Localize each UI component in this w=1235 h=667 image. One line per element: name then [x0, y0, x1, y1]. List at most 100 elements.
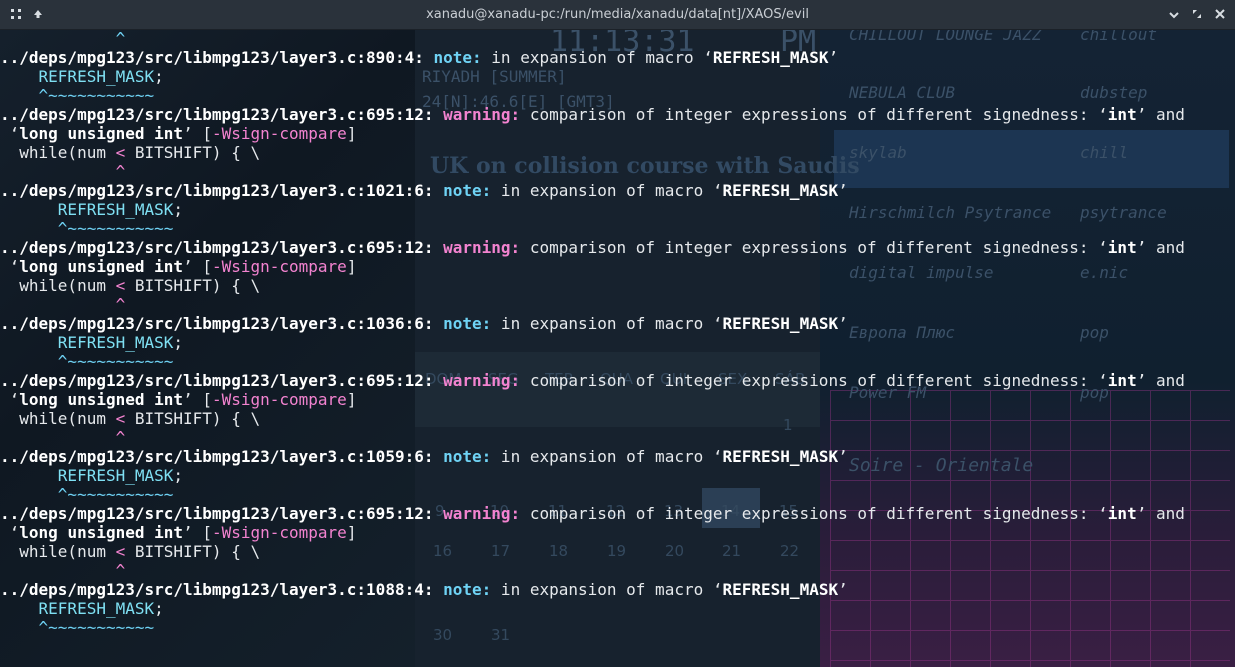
terminal-line: ../deps/mpg123/src/libmpg123/layer3.c:10…: [0, 447, 848, 466]
terminal-line: ^: [0, 295, 1235, 314]
source-location: ../deps/mpg123/src/libmpg123/layer3.c:10…: [0, 447, 434, 466]
message-text: comparison of integer expressions of dif…: [520, 504, 1099, 523]
terminal-output[interactable]: ^ ../deps/mpg123/src/libmpg123/layer3.c:…: [0, 29, 1235, 667]
window-title: xanadu@xanadu-pc:/run/media/xanadu/data[…: [426, 7, 809, 22]
caret-marker: ^: [115, 162, 126, 181]
terminal-line: ../deps/mpg123/src/libmpg123/layer3.c:69…: [0, 371, 1185, 390]
terminal-line: ^~~~~~~~~~~~: [0, 618, 1235, 637]
terminal-line: ^: [0, 428, 1235, 447]
macro-call: REFRESH_MASK: [57, 200, 174, 219]
source-location: ../deps/mpg123/src/libmpg123/layer3.c:69…: [0, 371, 434, 390]
caret-marker: ^: [115, 561, 126, 580]
terminal-line: while(num < BITSHIFT) { \: [19, 143, 261, 162]
warning-label: warning:: [443, 371, 521, 390]
code-snippet: while(num: [19, 542, 116, 561]
source-location: ../deps/mpg123/src/libmpg123/layer3.c:69…: [0, 504, 434, 523]
terminal-line: ‘long unsigned int’ [-Wsign-compare]: [9, 390, 357, 409]
type-name: int: [1107, 105, 1137, 124]
type-name: long unsigned int: [19, 523, 184, 542]
message-text: in expansion of macro: [491, 314, 713, 333]
message-text: comparison of integer expressions of dif…: [520, 238, 1099, 257]
code-snippet: while(num: [19, 409, 116, 428]
warning-label: warning:: [443, 238, 521, 257]
type-name: int: [1107, 238, 1137, 257]
terminal-line: ^: [0, 162, 1235, 181]
source-location: ../deps/mpg123/src/libmpg123/layer3.c:69…: [0, 238, 434, 257]
terminal-line: ‘long unsigned int’ [-Wsign-compare]: [9, 523, 357, 542]
macro-name: REFRESH_MASK: [722, 314, 839, 333]
macro-call: REFRESH_MASK: [38, 67, 155, 86]
terminal-line: ‘long unsigned int’ [-Wsign-compare]: [9, 257, 357, 276]
terminal-line: REFRESH_MASK;: [38, 67, 164, 86]
macro-name: REFRESH_MASK: [722, 447, 839, 466]
terminal-line: ../deps/mpg123/src/libmpg123/layer3.c:69…: [0, 238, 1185, 257]
code-snippet: while(num: [19, 143, 116, 162]
terminal-line: ../deps/mpg123/src/libmpg123/layer3.c:10…: [0, 314, 848, 333]
terminal-line: ../deps/mpg123/src/libmpg123/layer3.c:69…: [0, 105, 1185, 124]
terminal-line: ^~~~~~~~~~~~: [0, 219, 1235, 238]
terminal-line: REFRESH_MASK;: [57, 466, 184, 485]
maximize-icon[interactable]: [1190, 8, 1204, 22]
macro-name: REFRESH_MASK: [712, 48, 829, 67]
note-label: note:: [443, 181, 492, 200]
caret-marker: ^: [115, 29, 126, 48]
title-bar: xanadu@xanadu-pc:/run/media/xanadu/data[…: [0, 0, 1235, 30]
warning-flag: -Wsign-compare: [211, 124, 347, 143]
terminal-line: ‘long unsigned int’ [-Wsign-compare]: [9, 124, 357, 143]
source-location: ../deps/mpg123/src/libmpg123/layer3.c:10…: [0, 314, 434, 333]
underline-marker: ^~~~~~~~~~~~: [57, 485, 174, 504]
macro-name: REFRESH_MASK: [722, 181, 839, 200]
type-name: int: [1107, 504, 1137, 523]
warning-label: warning:: [443, 105, 521, 124]
type-name: long unsigned int: [19, 257, 184, 276]
terminal-line: ^~~~~~~~~~~~: [0, 485, 1235, 504]
code-snippet: while(num: [19, 276, 116, 295]
terminal-line: ../deps/mpg123/src/libmpg123/layer3.c:69…: [0, 504, 1185, 523]
message-text: in expansion of macro: [481, 48, 704, 67]
terminal-line: REFRESH_MASK;: [57, 200, 184, 219]
warning-flag: -Wsign-compare: [211, 390, 347, 409]
macro-call: REFRESH_MASK: [38, 599, 155, 618]
terminal-line: REFRESH_MASK;: [38, 599, 164, 618]
macro-call: REFRESH_MASK: [57, 466, 174, 485]
message-text: comparison of integer expressions of dif…: [520, 105, 1099, 124]
source-location: ../deps/mpg123/src/libmpg123/layer3.c:10…: [0, 580, 434, 599]
message-text: comparison of integer expressions of dif…: [520, 371, 1099, 390]
caret-marker: ^: [115, 295, 126, 314]
message-text: in expansion of macro: [491, 181, 713, 200]
note-label: note:: [433, 48, 482, 67]
type-name: long unsigned int: [19, 390, 184, 409]
message-text: in expansion of macro: [491, 580, 713, 599]
note-label: note:: [443, 314, 492, 333]
source-location: ../deps/mpg123/src/libmpg123/layer3.c:69…: [0, 105, 434, 124]
type-name: long unsigned int: [19, 124, 184, 143]
terminal-line: ^~~~~~~~~~~~: [0, 352, 1235, 371]
message-text: in expansion of macro: [491, 447, 713, 466]
terminal-line: while(num < BITSHIFT) { \: [19, 409, 261, 428]
warning-flag: -Wsign-compare: [211, 523, 347, 542]
underline-marker: ^~~~~~~~~~~~: [38, 86, 155, 105]
terminal-line: REFRESH_MASK;: [57, 333, 184, 352]
source-location: ../deps/mpg123/src/libmpg123/layer3.c:10…: [0, 181, 434, 200]
terminal-line: ^~~~~~~~~~~~: [0, 86, 1235, 105]
terminal-line: ^: [0, 561, 1235, 580]
minimize-icon[interactable]: [1167, 8, 1181, 22]
source-location: ../deps/mpg123/src/libmpg123/layer3.c:89…: [0, 48, 424, 67]
underline-marker: ^~~~~~~~~~~~: [38, 618, 155, 637]
close-icon[interactable]: [1213, 8, 1227, 22]
type-name: int: [1107, 371, 1137, 390]
underline-marker: ^~~~~~~~~~~~: [57, 219, 174, 238]
terminal-line: while(num < BITSHIFT) { \: [19, 276, 261, 295]
terminal-line: ^: [0, 29, 1235, 48]
note-label: note:: [443, 447, 492, 466]
terminal-line: ../deps/mpg123/src/libmpg123/layer3.c:10…: [0, 580, 848, 599]
caret-marker: ^: [115, 428, 126, 447]
warning-label: warning:: [443, 504, 521, 523]
underline-marker: ^~~~~~~~~~~~: [57, 352, 174, 371]
terminal-line: ../deps/mpg123/src/libmpg123/layer3.c:10…: [0, 181, 848, 200]
note-label: note:: [443, 580, 492, 599]
warning-flag: -Wsign-compare: [211, 257, 347, 276]
macro-name: REFRESH_MASK: [722, 580, 839, 599]
terminal-line: ../deps/mpg123/src/libmpg123/layer3.c:89…: [0, 48, 839, 67]
macro-call: REFRESH_MASK: [57, 333, 174, 352]
